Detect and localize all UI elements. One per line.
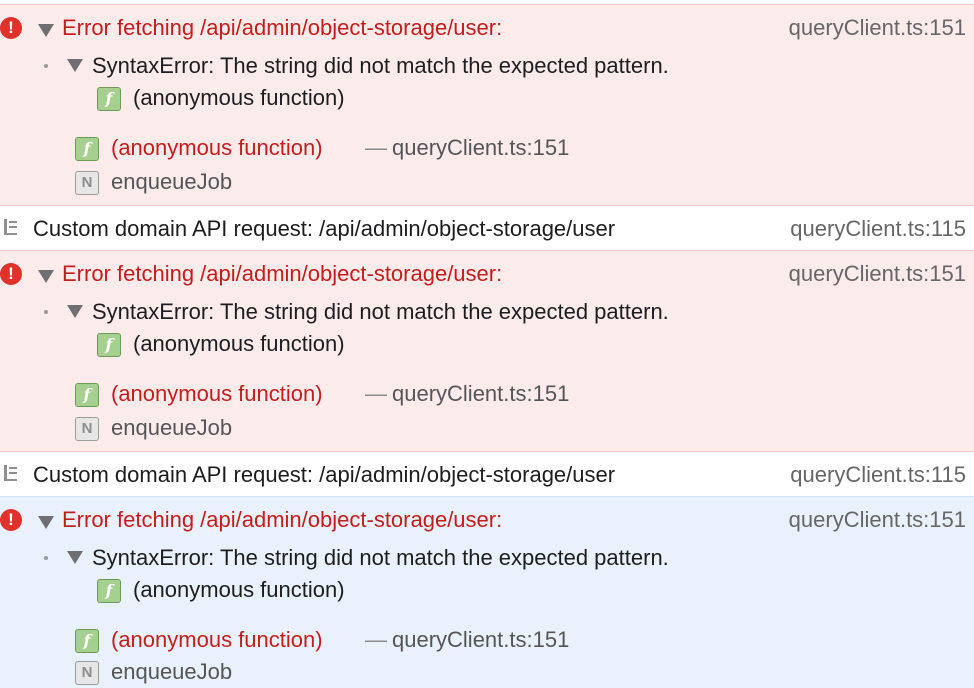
function-icon: f: [97, 333, 121, 357]
disclosure-triangle-icon[interactable]: [67, 551, 83, 564]
log-icon: [4, 219, 18, 235]
console-error-entry[interactable]: ! Error fetching /api/admin/object-stora…: [0, 4, 974, 206]
exception-frame: (anonymous function): [133, 85, 345, 110]
source-link[interactable]: queryClient.ts:151: [789, 260, 966, 288]
stack-frame-name: enqueueJob: [111, 169, 233, 194]
stack-frame-separator: —: [365, 135, 387, 160]
error-message[interactable]: Error fetching /api/admin/object-storage…: [62, 506, 502, 534]
console-error-entry[interactable]: ! Error fetching /api/admin/object-stora…: [0, 250, 974, 452]
stack-frame-location[interactable]: queryClient.ts:151: [392, 626, 569, 654]
stack-frame-location[interactable]: queryClient.ts:151: [392, 380, 569, 408]
source-link[interactable]: queryClient.ts:151: [789, 506, 966, 534]
native-code-icon: N: [75, 417, 99, 441]
source-link[interactable]: queryClient.ts:151: [789, 14, 966, 42]
log-message[interactable]: Custom domain API request: /api/admin/ob…: [33, 461, 615, 489]
disclosure-triangle-icon[interactable]: [38, 24, 54, 37]
exception-text[interactable]: SyntaxError: The string did not match th…: [92, 52, 669, 80]
error-message[interactable]: Error fetching /api/admin/object-storage…: [62, 260, 502, 288]
function-icon: f: [75, 137, 99, 161]
disclosure-triangle-icon[interactable]: [38, 270, 54, 283]
source-link[interactable]: queryClient.ts:115: [790, 461, 966, 489]
native-code-icon: N: [75, 661, 99, 685]
console-log-entry[interactable]: Custom domain API request: /api/admin/ob…: [0, 208, 974, 250]
console-log-entry[interactable]: Custom domain API request: /api/admin/ob…: [0, 454, 974, 496]
error-icon: !: [0, 263, 22, 285]
bullet-icon: [44, 64, 48, 68]
disclosure-triangle-icon[interactable]: [67, 59, 83, 72]
console-error-entry-selected[interactable]: ! Error fetching /api/admin/object-stora…: [0, 496, 974, 688]
stack-frame-separator: —: [365, 381, 387, 406]
disclosure-triangle-icon[interactable]: [67, 305, 83, 318]
exception-frame: (anonymous function): [133, 577, 345, 602]
exception-text[interactable]: SyntaxError: The string did not match th…: [92, 298, 669, 326]
error-icon: !: [0, 17, 22, 39]
stack-frame-name: (anonymous function): [111, 135, 323, 160]
exception-text[interactable]: SyntaxError: The string did not match th…: [92, 544, 669, 572]
error-message[interactable]: Error fetching /api/admin/object-storage…: [62, 14, 502, 42]
exception-frame: (anonymous function): [133, 331, 345, 356]
console-log: ! Error fetching /api/admin/object-stora…: [0, 0, 974, 688]
stack-frame-name: enqueueJob: [111, 659, 233, 684]
function-icon: f: [97, 579, 121, 603]
function-icon: f: [75, 383, 99, 407]
native-code-icon: N: [75, 171, 99, 195]
stack-frame-location[interactable]: queryClient.ts:151: [392, 134, 569, 162]
log-message[interactable]: Custom domain API request: /api/admin/ob…: [33, 215, 615, 243]
error-icon: !: [0, 509, 22, 531]
bullet-icon: [44, 556, 48, 560]
log-icon: [4, 465, 18, 481]
source-link[interactable]: queryClient.ts:115: [790, 215, 966, 243]
stack-frame-name: (anonymous function): [111, 627, 323, 652]
stack-frame-separator: —: [365, 627, 387, 652]
disclosure-triangle-icon[interactable]: [38, 516, 54, 529]
function-icon: f: [75, 629, 99, 653]
function-icon: f: [97, 87, 121, 111]
stack-frame-name: (anonymous function): [111, 381, 323, 406]
stack-frame-name: enqueueJob: [111, 415, 233, 440]
bullet-icon: [44, 310, 48, 314]
